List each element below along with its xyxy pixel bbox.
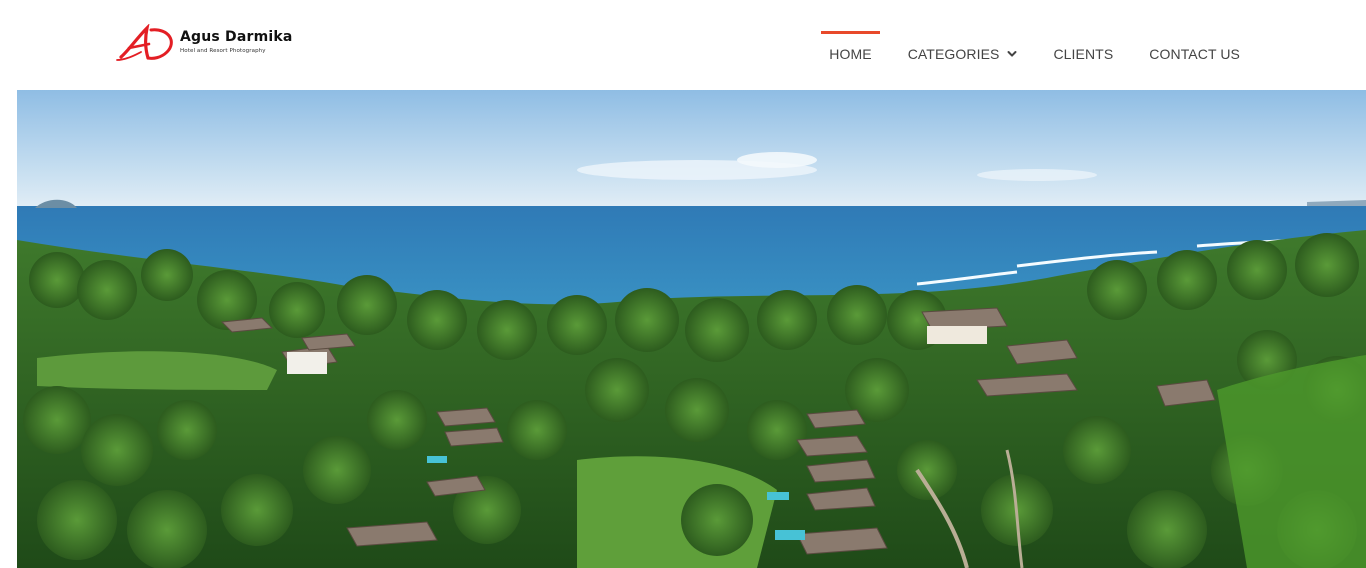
chevron-down-icon <box>1007 50 1017 57</box>
resort-aerial-image <box>17 90 1366 568</box>
ad-monogram-icon <box>116 24 173 61</box>
nav-clients-label: CLIENTS <box>1053 45 1114 62</box>
site-logo[interactable]: Agus Darmika Hotel and Resort Photograph… <box>115 24 315 64</box>
nav-contact-us-label: CONTACT US <box>1149 45 1240 62</box>
brand-name: Agus Darmika <box>180 29 293 45</box>
main-navigation: HOME CATEGORIES CLIENTS CONTACT US <box>821 31 1240 71</box>
nav-clients[interactable]: CLIENTS <box>1053 31 1113 71</box>
nav-categories[interactable]: CATEGORIES <box>908 31 1018 71</box>
nav-contact-us[interactable]: CONTACT US <box>1149 31 1240 71</box>
hero-image <box>17 90 1366 568</box>
site-header: Agus Darmika Hotel and Resort Photograph… <box>0 0 1366 90</box>
brand-tagline: Hotel and Resort Photography <box>180 48 266 54</box>
nav-home-label: HOME <box>829 45 872 62</box>
nav-home[interactable]: HOME <box>821 31 881 71</box>
nav-categories-label: CATEGORIES <box>907 45 1000 62</box>
